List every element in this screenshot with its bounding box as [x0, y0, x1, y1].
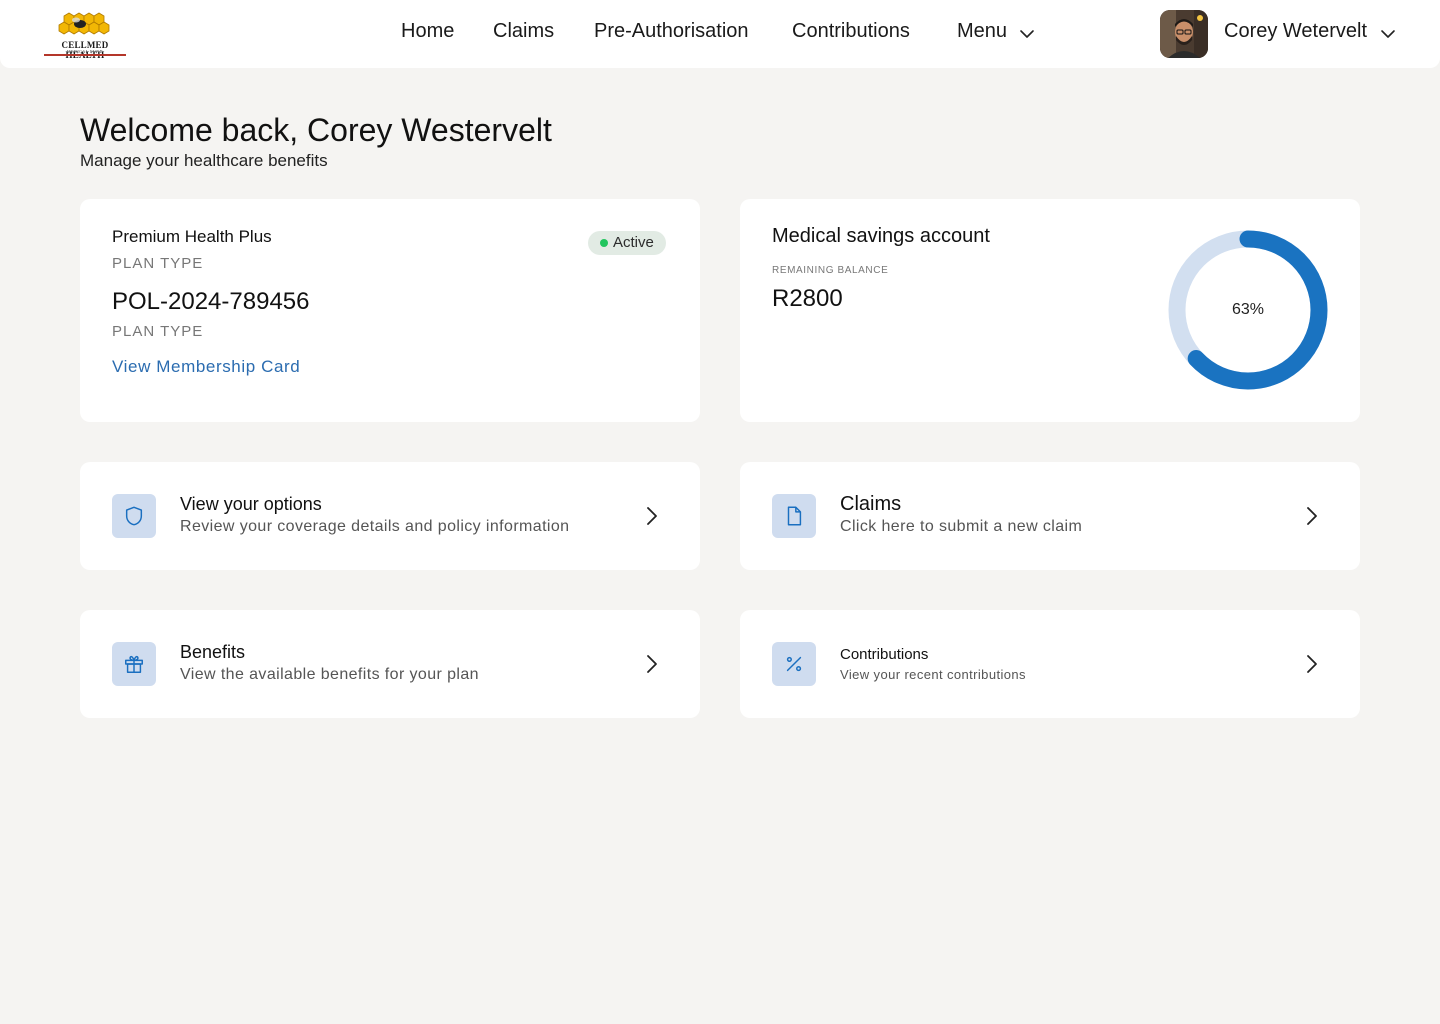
menu-chevron-down-icon[interactable]	[1019, 26, 1035, 42]
contributions-card[interactable]: Contributions View your recent contribut…	[740, 610, 1360, 718]
savings-title: Medical savings account	[772, 225, 990, 247]
percent-icon	[772, 642, 816, 686]
policy-type-label: PLAN TYPE	[112, 323, 204, 340]
policy-number: POL-2024-789456	[112, 288, 310, 315]
nav-claims[interactable]: Claims	[493, 20, 554, 43]
chevron-right-icon[interactable]	[642, 504, 662, 528]
plan-name: Premium Health Plus	[112, 227, 272, 246]
medical-savings-card: Medical savings account REMAINING BALANC…	[740, 199, 1360, 422]
status-text: Active	[613, 234, 654, 251]
donut-percent-label: 63%	[1231, 301, 1265, 318]
status-dot-icon	[600, 239, 608, 247]
gift-icon	[112, 642, 156, 686]
top-navigation-bar: CELLMED HEALTH MEDICAL FUND Home Claims …	[0, 0, 1440, 68]
honeycomb-logo-icon	[58, 12, 110, 35]
brand-logo[interactable]: CELLMED HEALTH MEDICAL FUND	[42, 10, 128, 60]
status-badge: Active	[588, 231, 666, 255]
page-subtitle: Manage your healthcare benefits	[80, 151, 328, 170]
contributions-description: View your recent contributions	[840, 667, 1026, 682]
user-avatar[interactable]	[1160, 10, 1208, 58]
chevron-right-icon[interactable]	[1302, 504, 1322, 528]
nav-home[interactable]: Home	[401, 20, 454, 43]
logo-underline	[44, 54, 126, 56]
claims-title: Claims	[840, 493, 902, 515]
shield-icon	[112, 494, 156, 538]
view-membership-card-link[interactable]: View Membership Card	[112, 357, 300, 377]
nav-contributions[interactable]: Contributions	[792, 20, 910, 43]
page-title: Welcome back, Corey Westervelt	[80, 112, 552, 148]
view-options-card[interactable]: View your options Review your coverage d…	[80, 462, 700, 570]
user-name[interactable]: Corey Wetervelt	[1224, 20, 1367, 43]
user-chevron-down-icon[interactable]	[1380, 26, 1396, 42]
plan-card: Premium Health Plus PLAN TYPE POL-2024-7…	[80, 199, 700, 422]
nav-pre-authorisation[interactable]: Pre-Authorisation	[594, 20, 749, 43]
contributions-title: Contributions	[840, 646, 929, 663]
benefits-card[interactable]: Benefits View the available benefits for…	[80, 610, 700, 718]
view-options-title: View your options	[180, 494, 322, 514]
remaining-balance-amount: R2800	[772, 285, 843, 312]
chevron-right-icon[interactable]	[642, 652, 662, 676]
document-icon	[772, 494, 816, 538]
claims-card[interactable]: Claims Click here to submit a new claim	[740, 462, 1360, 570]
benefits-title: Benefits	[180, 642, 246, 662]
chevron-right-icon[interactable]	[1302, 652, 1322, 676]
nav-menu[interactable]: Menu	[957, 20, 1007, 43]
avatar-portrait-icon	[1160, 10, 1208, 58]
remaining-balance-label: REMAINING BALANCE	[772, 265, 889, 276]
view-options-description: Review your coverage details and policy …	[180, 518, 570, 535]
claims-description: Click here to submit a new claim	[840, 518, 1083, 535]
plan-type-label: PLAN TYPE	[112, 255, 204, 272]
benefits-description: View the available benefits for your pla…	[180, 666, 479, 683]
